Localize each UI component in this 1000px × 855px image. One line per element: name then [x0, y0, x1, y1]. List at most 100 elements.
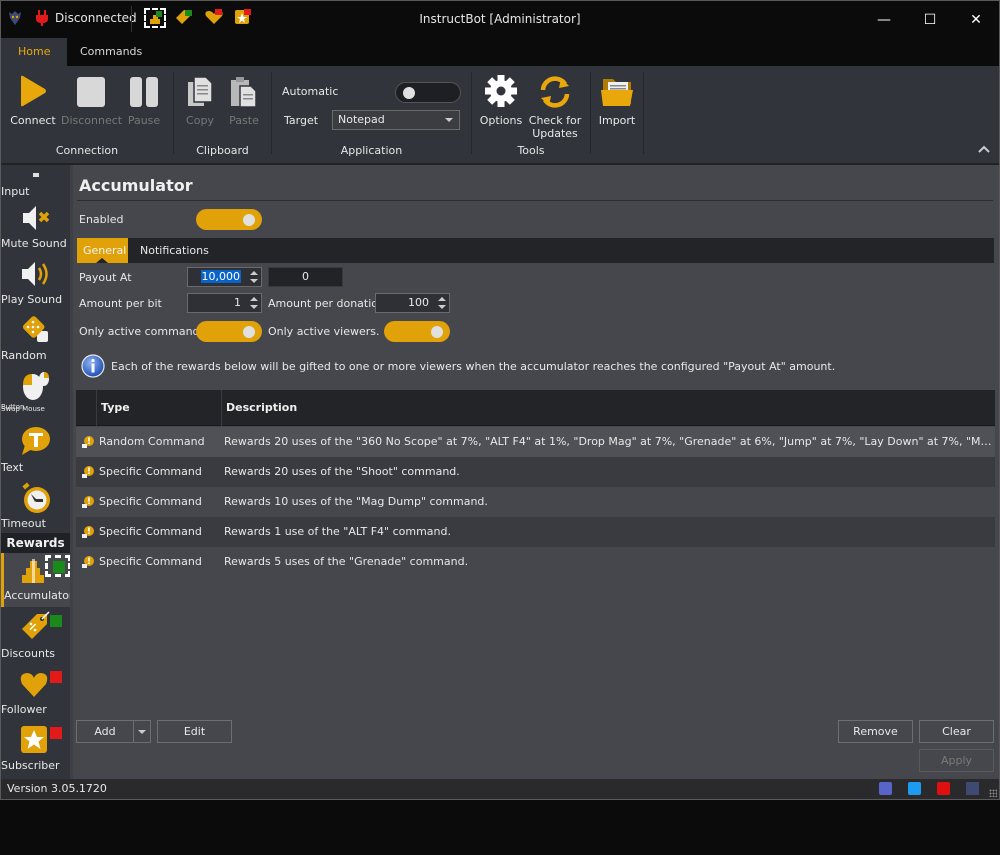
status-badge-red: [50, 671, 62, 683]
add-label: Add: [94, 725, 116, 738]
only-active-commands-toggle[interactable]: [196, 321, 262, 342]
minimize-button[interactable]: —: [861, 1, 907, 38]
nav-section-rewards: Rewards: [1, 533, 70, 553]
nav-item-swap-mouse-button[interactable]: Swap Mouse Button: [1, 369, 70, 423]
tab-home[interactable]: Home: [1, 38, 68, 66]
table-row[interactable]: Specific Command Rewards 20 uses of the "…: [76, 457, 995, 487]
nav-item-label: Follower: [1, 703, 47, 716]
info-text: Each of the rewards below will be gifted…: [111, 359, 836, 373]
spinner-arrows-icon[interactable]: [249, 270, 258, 284]
twitter-icon[interactable]: [908, 782, 921, 795]
automatic-label: Automatic: [282, 85, 339, 98]
nav-item-timeout[interactable]: Timeout: [1, 481, 70, 535]
play-icon: [21, 75, 46, 107]
nav-item-mute-sound[interactable]: Mute Sound: [1, 201, 70, 255]
cell-description: Rewards 20 uses of the "360 No Scope" at…: [224, 435, 992, 448]
window-title: InstructBot [Administrator]: [419, 12, 581, 26]
spinner-arrows-icon[interactable]: [437, 296, 446, 310]
stopwatch-icon: [19, 481, 53, 515]
target-select[interactable]: Notepad: [332, 110, 460, 130]
check-updates-button[interactable]: Check for Updates: [528, 74, 582, 140]
copy-label: Copy: [186, 114, 214, 127]
pause-button[interactable]: Pause: [123, 74, 165, 127]
nav-item-random[interactable]: Random: [1, 313, 70, 367]
app-window: Disconnected InstructBot [Administrator]…: [0, 0, 1000, 800]
automatic-toggle[interactable]: [395, 82, 461, 103]
nav-item-follower[interactable]: Follower: [1, 667, 70, 721]
refresh-icon: [540, 76, 570, 108]
version-text: Version 3.05.1720: [7, 782, 107, 795]
tab-notifications[interactable]: Notifications: [134, 238, 215, 263]
import-button[interactable]: Import: [595, 74, 639, 127]
page-title: Accumulator: [79, 176, 193, 195]
enabled-toggle[interactable]: [196, 209, 262, 230]
toggle-knob: [403, 86, 415, 99]
ribbon-tabs: Home Commands: [1, 38, 999, 66]
connect-button[interactable]: Connect: [9, 74, 57, 127]
table-row[interactable]: Random Command Rewards 20 uses of the "36…: [76, 427, 995, 457]
ribbon-group-import: Import: [591, 66, 643, 163]
column-header-type[interactable]: Type: [96, 390, 221, 426]
ribbon-group-connection: Connect Disconnect Pause Connection: [1, 66, 173, 163]
amount-per-bit-label: Amount per bit: [79, 297, 162, 310]
pause-icon: [130, 77, 158, 107]
folder-icon: [601, 79, 633, 106]
payout-at-input[interactable]: 10,000: [187, 267, 262, 287]
copy-button[interactable]: Copy: [180, 74, 220, 127]
stop-icon: [77, 77, 105, 107]
ribbon-group-clipboard: Copy Paste Clipboard: [174, 66, 271, 163]
table-row[interactable]: Specific Command Rewards 1 use of the "AL…: [76, 517, 995, 547]
resize-grip[interactable]: [989, 789, 997, 797]
toggle-knob: [431, 325, 443, 338]
clipboard-group-label: Clipboard: [196, 144, 249, 157]
import-label: Import: [598, 114, 636, 127]
options-button[interactable]: Options: [478, 74, 524, 127]
collapse-ribbon-icon[interactable]: [977, 144, 991, 154]
close-icon: ✕: [970, 11, 982, 28]
disconnect-button[interactable]: Disconnect: [61, 74, 122, 127]
nav-item-play-sound[interactable]: Play Sound: [1, 257, 70, 311]
amount-per-bit-value: 1: [234, 296, 241, 309]
tab-commands[interactable]: Commands: [63, 38, 159, 66]
nav-item-input[interactable]: Input: [1, 165, 70, 198]
app-logo-icon[interactable]: [966, 782, 979, 795]
only-active-viewers-toggle[interactable]: [384, 321, 450, 342]
paste-button[interactable]: Paste: [224, 74, 264, 127]
add-dropdown-button[interactable]: [133, 721, 150, 742]
pause-label: Pause: [127, 114, 161, 127]
apply-button[interactable]: Apply: [919, 749, 994, 772]
nav-item-accumulator[interactable]: Accumulator: [1, 553, 70, 607]
spinner-arrows-icon[interactable]: [249, 296, 258, 310]
cell-description: Rewards 20 uses of the "Shoot" command.: [224, 465, 460, 478]
only-active-viewers-label: Only active viewers.: [268, 325, 380, 338]
nav-item-label: Play Sound: [1, 293, 63, 306]
edit-button[interactable]: Edit: [157, 720, 232, 743]
amount-per-donation-input[interactable]: 100: [375, 293, 450, 313]
nav-item-label: Subscriber: [1, 759, 60, 772]
status-badge-red: [50, 727, 62, 739]
chevron-down-icon: [445, 118, 453, 122]
table-row[interactable]: Specific Command Rewards 5 uses of the "G…: [76, 547, 995, 577]
discord-icon[interactable]: [879, 782, 892, 795]
clear-button[interactable]: Clear: [919, 720, 994, 743]
tools-group-label: Tools: [517, 144, 545, 157]
remove-button[interactable]: Remove: [838, 720, 913, 743]
options-label: Options: [479, 114, 523, 127]
close-button[interactable]: ✕: [953, 1, 999, 38]
toggle-knob: [243, 213, 255, 226]
nav-item-text[interactable]: Text: [1, 425, 70, 479]
add-button[interactable]: Add: [76, 720, 151, 743]
specific-command-icon: [82, 556, 94, 568]
maximize-button[interactable]: ☐: [907, 1, 953, 38]
column-header-description[interactable]: Description: [221, 390, 995, 426]
nav-item-discounts[interactable]: Discounts: [1, 611, 70, 665]
amount-per-bit-input[interactable]: 1: [187, 293, 262, 313]
youtube-icon[interactable]: [937, 782, 950, 795]
play-sound-icon: [19, 257, 53, 291]
tab-general[interactable]: General: [77, 238, 128, 263]
focus-indicator: [45, 555, 70, 577]
maximize-icon: ☐: [923, 11, 937, 28]
table-row[interactable]: Specific Command Rewards 10 uses of the "…: [76, 487, 995, 517]
nav-item-subscriber[interactable]: Subscriber: [1, 723, 70, 777]
mouse-icon: [19, 369, 53, 403]
